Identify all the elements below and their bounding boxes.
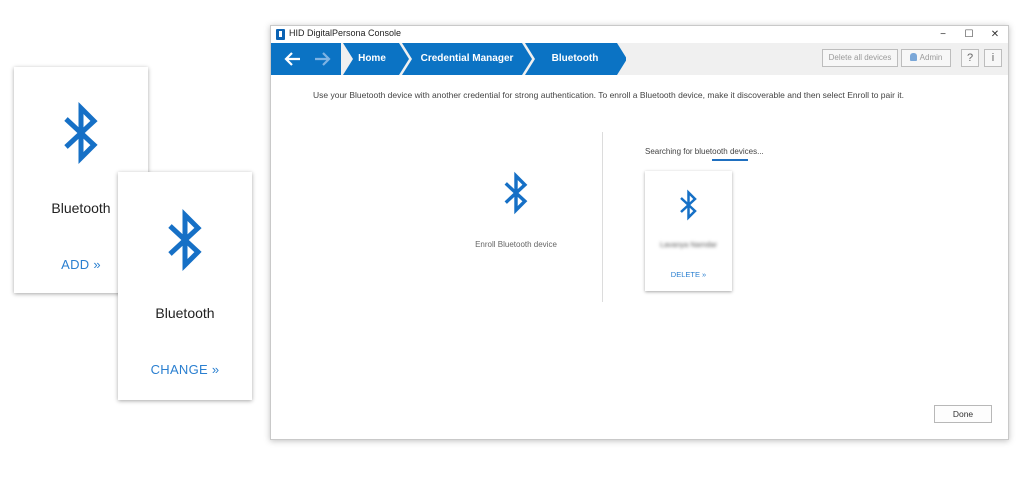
bluetooth-icon	[64, 101, 98, 165]
change-link[interactable]: CHANGE »	[118, 362, 252, 377]
breadcrumb-credential-manager[interactable]: Credential Manager	[407, 43, 527, 75]
nav-arrows	[271, 43, 341, 75]
vertical-divider	[602, 132, 603, 302]
search-status-text: Searching for bluetooth devices...	[645, 147, 764, 156]
bluetooth-icon	[168, 208, 202, 272]
card-title: Bluetooth	[155, 305, 215, 321]
bluetooth-icon[interactable]	[503, 170, 529, 216]
breadcrumb-home[interactable]: Home	[345, 43, 399, 75]
instructions-text: Use your Bluetooth device with another c…	[313, 90, 904, 100]
minimize-button[interactable]: −	[930, 26, 956, 43]
bluetooth-icon	[680, 189, 697, 221]
breadcrumb-bluetooth[interactable]: Bluetooth	[529, 43, 621, 75]
window-title: HID DigitalPersona Console	[289, 28, 402, 38]
admin-button[interactable]: Admin	[901, 49, 951, 67]
app-logo-icon	[276, 29, 285, 40]
maximize-button[interactable]: ☐	[956, 26, 982, 43]
delete-all-devices-button[interactable]: Delete all devices	[822, 49, 898, 67]
device-card: Lavanya Namdar DELETE »	[645, 171, 732, 291]
navigation-bar: Home Credential Manager Bluetooth Delete…	[271, 43, 1008, 75]
info-button[interactable]: i	[984, 49, 1002, 67]
admin-label: Admin	[919, 53, 943, 62]
close-button[interactable]: ✕	[982, 26, 1008, 43]
search-progress-bar	[712, 159, 748, 161]
done-button[interactable]: Done	[934, 405, 992, 423]
enroll-bluetooth-label[interactable]: Enroll Bluetooth device	[456, 240, 576, 249]
arrow-left-icon[interactable]	[283, 49, 303, 69]
arrow-right-icon[interactable]	[312, 49, 332, 69]
app-window: HID DigitalPersona Console − ☐ ✕ Home Cr…	[270, 25, 1009, 440]
help-button[interactable]: ?	[961, 49, 979, 67]
delete-device-link[interactable]: DELETE »	[645, 270, 732, 279]
title-bar: HID DigitalPersona Console − ☐ ✕	[271, 26, 1008, 43]
device-name: Lavanya Namdar	[659, 240, 718, 249]
bluetooth-card-change: Bluetooth CHANGE »	[118, 172, 252, 400]
user-icon	[909, 53, 917, 61]
